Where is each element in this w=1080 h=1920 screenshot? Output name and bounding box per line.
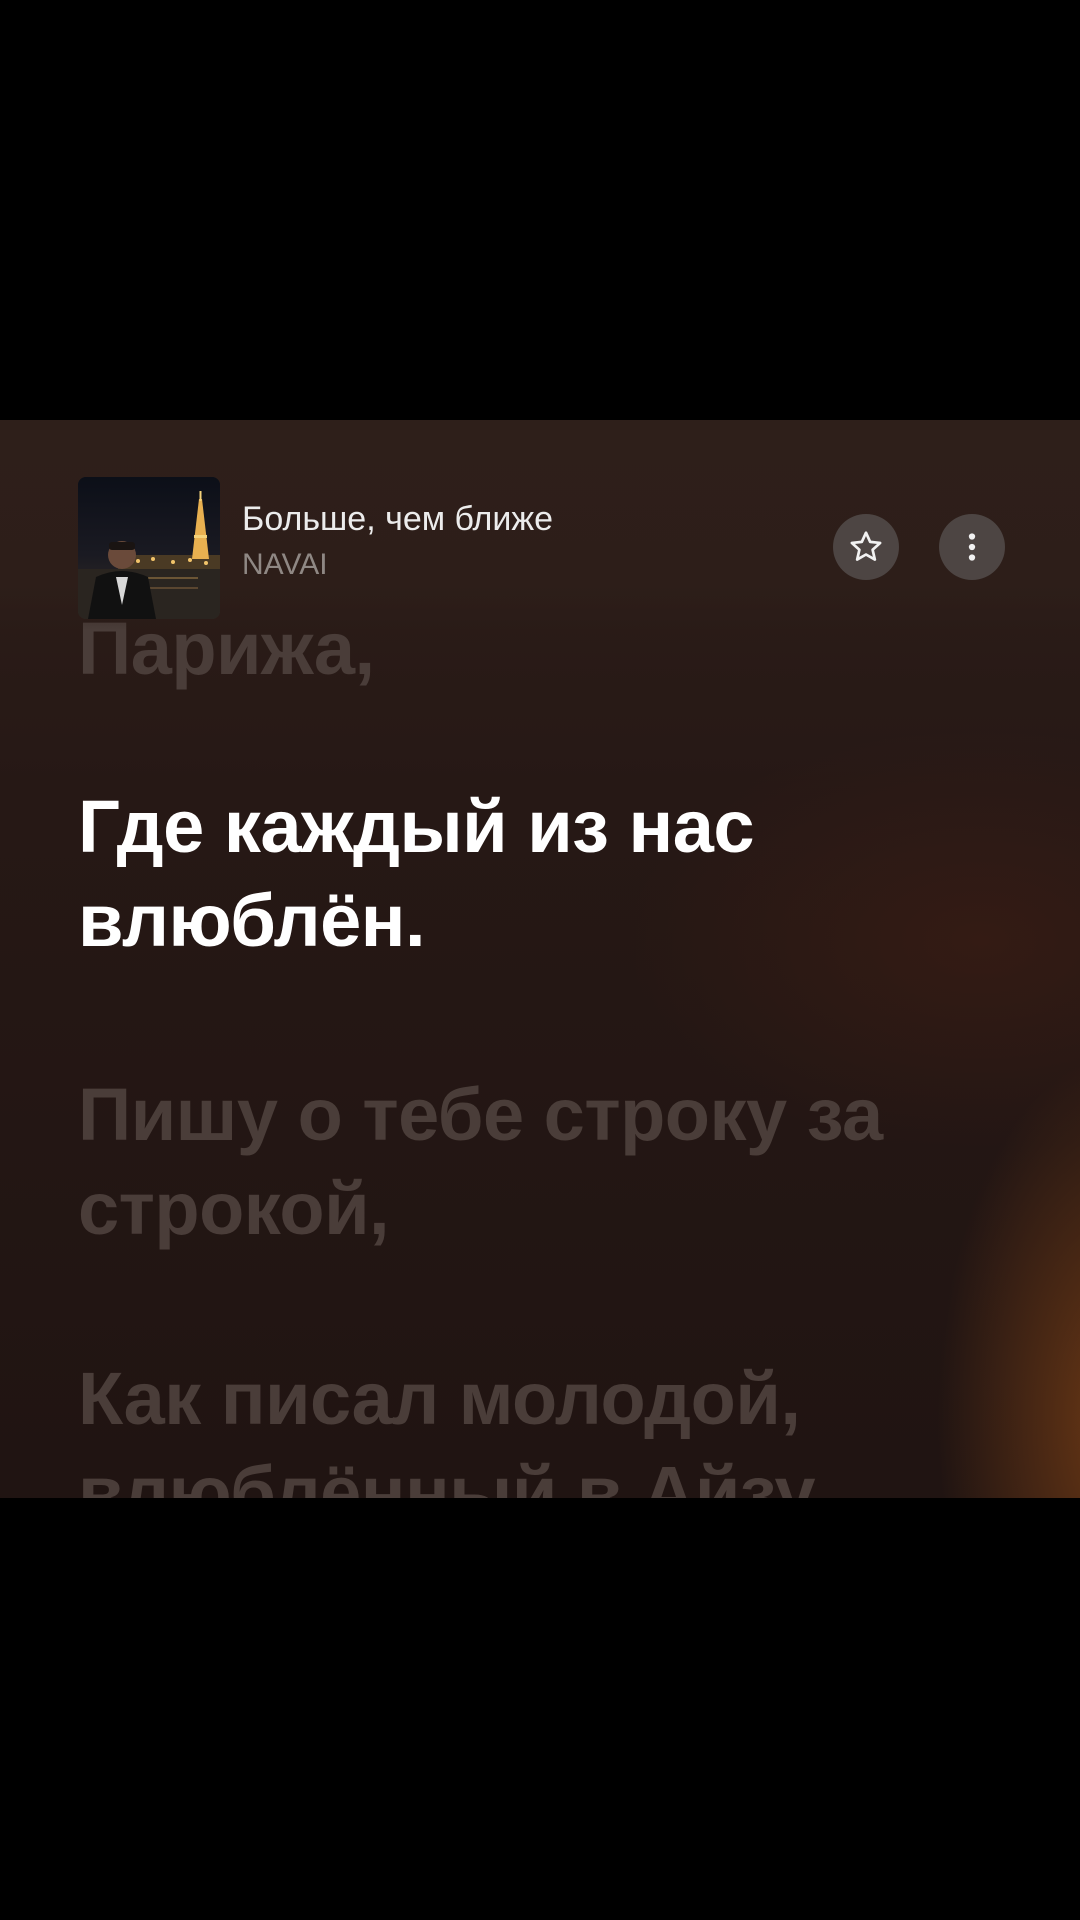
- lyric-next-part-1: Пишу о тебе строку за: [78, 1073, 883, 1156]
- vertical-ellipsis-icon: [968, 533, 976, 561]
- favorite-button[interactable]: [833, 514, 899, 580]
- lyric-next-part-2: строкой,: [78, 1167, 390, 1250]
- letterbox-top: [0, 0, 1080, 420]
- album-art-image: [78, 477, 220, 619]
- artist-name[interactable]: NAVAI: [242, 548, 328, 582]
- lyric-current-part-2: влюблён.: [78, 879, 426, 962]
- now-playing-header: Больше, чем ближе NAVAI: [0, 420, 1080, 630]
- song-title[interactable]: Больше, чем ближе: [242, 500, 553, 539]
- lyric-next2-part-2: влюблённый в Айзу: [78, 1451, 816, 1498]
- lyrics-player: Парижа, Где каждый из нас влюблён. Пишу …: [0, 420, 1080, 1498]
- star-outline-icon: [850, 531, 882, 561]
- more-options-button[interactable]: [939, 514, 1005, 580]
- letterbox-bottom: [0, 1498, 1080, 1920]
- lyric-next2-part-1: Как писал молодой,: [78, 1357, 801, 1440]
- lyric-line-next[interactable]: Пишу о тебе строку за строкой,: [78, 1068, 883, 1256]
- lyric-line-next-2[interactable]: Как писал молодой, влюблённый в Айзу: [78, 1352, 816, 1498]
- album-cover[interactable]: [78, 477, 220, 619]
- lyric-line-current[interactable]: Где каждый из нас влюблён.: [78, 780, 755, 968]
- lyric-current-part-1: Где каждый из нас: [78, 785, 755, 868]
